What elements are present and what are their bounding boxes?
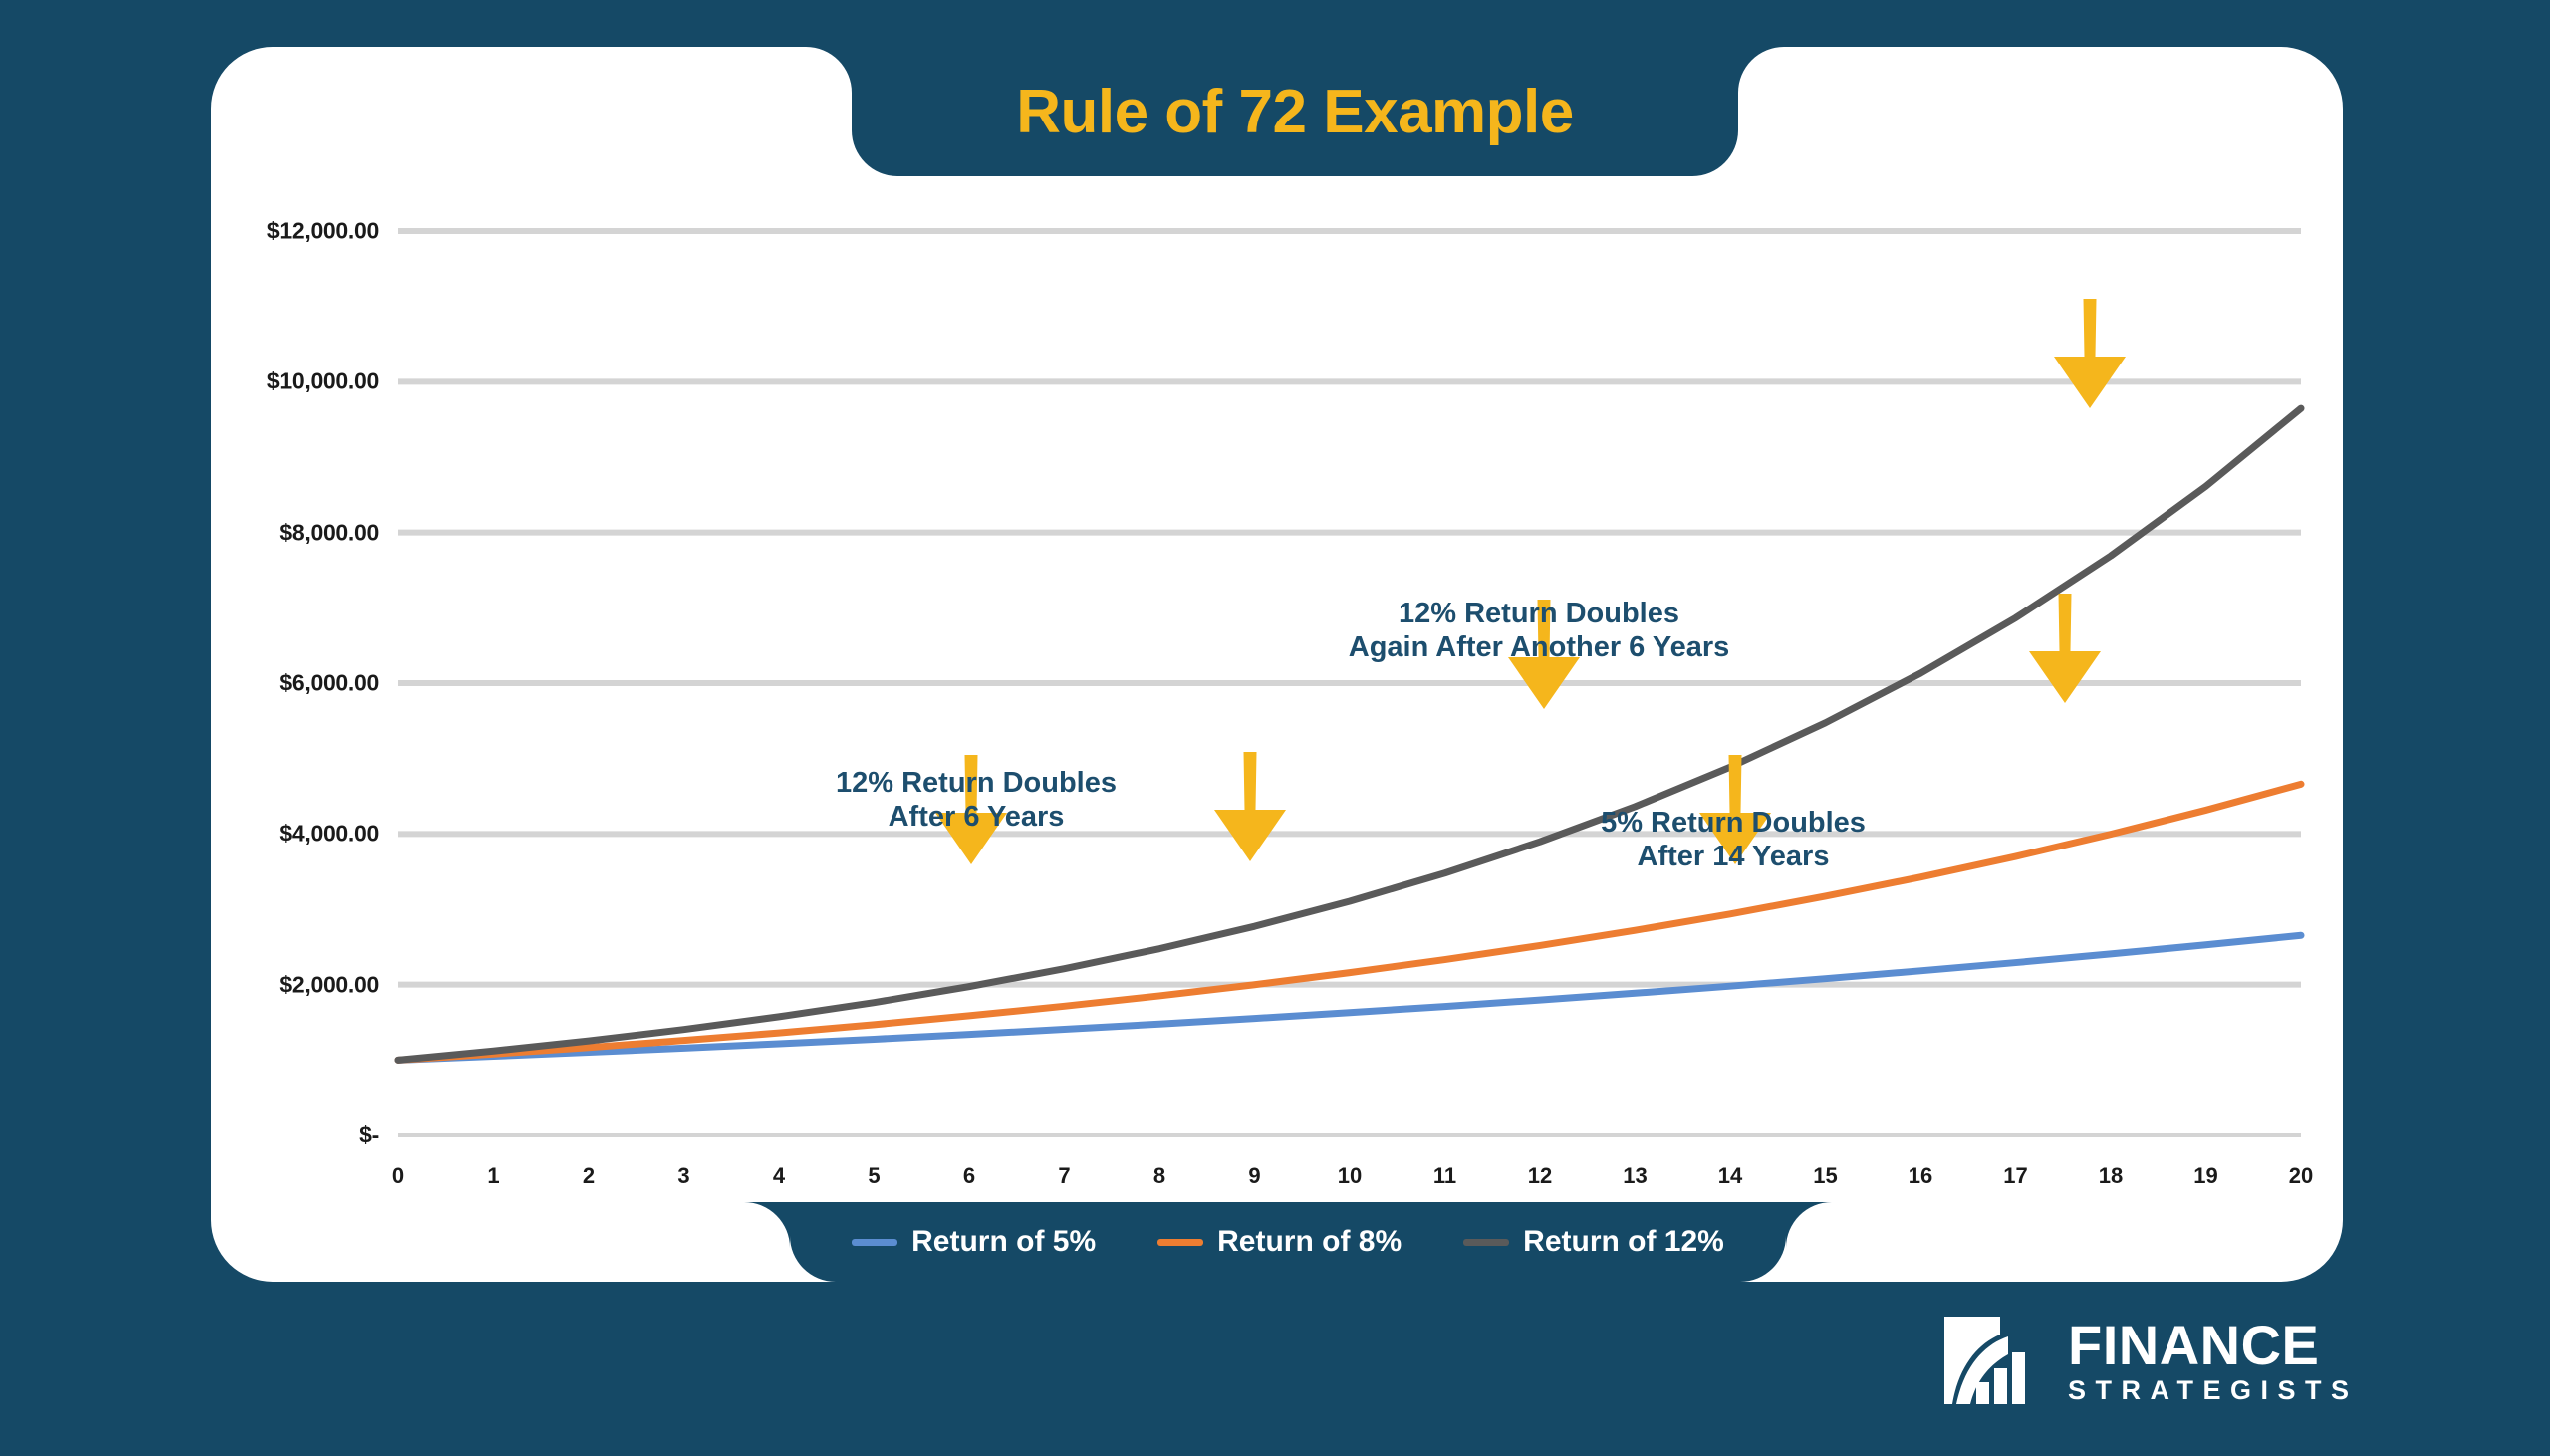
y-axis-tick-label: $6,000.00 [279,669,379,696]
x-axis-tick-label: 9 [1248,1163,1261,1188]
x-axis-tick-label: 19 [2193,1163,2218,1188]
annotation-line-1: 5% Return Doubles [1601,807,1866,839]
title-banner: Rule of 72 Example [852,47,1738,176]
x-axis-tick-label: 6 [962,1163,976,1188]
y-axis-tick-label: $12,000.00 [266,217,379,244]
x-axis-tick-label: 3 [677,1163,690,1188]
chart-annotation-2: 12% Return Doubles Again After Another 6 … [1349,598,1729,664]
x-axis-tick-label: 13 [1623,1163,1648,1188]
y-axis-tick-label: $- [359,1121,379,1148]
legend-item-2[interactable]: Return of 8% [1157,1225,1402,1259]
legend-label: Return of 5% [911,1225,1097,1258]
page-title: Rule of 72 Example [1016,77,1574,146]
x-axis-tick-label: 1 [487,1163,500,1188]
annotation-line-1: 12% Return Doubles [836,767,1117,799]
legend-item-3[interactable]: Return of 12% [1463,1225,1724,1259]
chart-annotation-1: 12% Return Doubles After 6 Years [836,767,1117,834]
x-axis-tick-label: 14 [1717,1163,1743,1188]
legend-notch-right [1786,1202,1832,1248]
annotation-line-2: After 6 Years [888,800,1065,833]
x-axis-tick-label: 5 [868,1163,881,1188]
banner-notch-left [806,47,852,93]
x-axis-tick-label: 4 [772,1163,786,1188]
x-axis-tick-label: 10 [1337,1163,1363,1188]
x-axis-tick-label: 2 [582,1163,596,1188]
y-axis-tick-label: $10,000.00 [266,367,379,394]
finance-strategists-mark-icon [1944,1317,2025,1404]
x-axis-tick-label: 12 [1527,1163,1553,1188]
x-axis-tick-label: 20 [2288,1163,2314,1188]
arrow-12pct-marker-18yr-icon [2054,299,2126,408]
chart-legend: Return of 5% Return of 8% Return of 12% [790,1202,1786,1282]
brand-logo: FINANCE STRATEGISTS [1940,1311,2359,1410]
annotation-line-2: Again After Another 6 Years [1348,630,1730,663]
series-line-2 [394,780,2305,1064]
x-axis-tick-label: 16 [1908,1163,1933,1188]
brand-wordmark: FINANCE STRATEGISTS [2068,1313,2359,1405]
legend-swatch-icon [852,1238,898,1246]
y-axis-tick-label: $2,000.00 [279,971,379,998]
y-axis-tick-label: $8,000.00 [279,519,379,546]
annotation-line-2: After 14 Years [1637,840,1830,872]
legend-label: Return of 8% [1217,1225,1402,1258]
x-axis-tick-label: 18 [2098,1163,2124,1188]
banner-notch-right [1738,47,1784,93]
y-axis-tick-label: $4,000.00 [279,820,379,847]
legend-label: Return of 12% [1523,1225,1724,1258]
x-axis-tick-label: 7 [1058,1163,1071,1188]
x-axis-tick-label: 8 [1152,1163,1166,1188]
x-axis-tick-label: 0 [391,1163,405,1188]
x-axis-tick-label: 17 [2003,1163,2028,1188]
legend-swatch-icon [1157,1238,1204,1246]
annotation-line-1: 12% Return Doubles [1398,598,1679,629]
x-axis-tick-label: 15 [1813,1163,1838,1188]
poster-canvas: Rule of 72 Example $- $2,000.00 $4,000.00 $… [0,0,2550,1456]
x-axis-tick-label: 11 [1432,1163,1457,1188]
legend-notch-left [744,1202,790,1248]
arrow-8pct-marker-18yr-icon [2029,594,2101,703]
legend-swatch-icon [1463,1238,1510,1246]
legend-item-1[interactable]: Return of 5% [852,1225,1096,1259]
brand-name-secondary: STRATEGISTS [2068,1374,2359,1405]
arrow-8pct-marker-9yr-icon [1214,752,1286,861]
chart-annotation-3: 5% Return Doubles After 14 Years [1601,807,1866,873]
brand-name-primary: FINANCE [2068,1313,2320,1376]
